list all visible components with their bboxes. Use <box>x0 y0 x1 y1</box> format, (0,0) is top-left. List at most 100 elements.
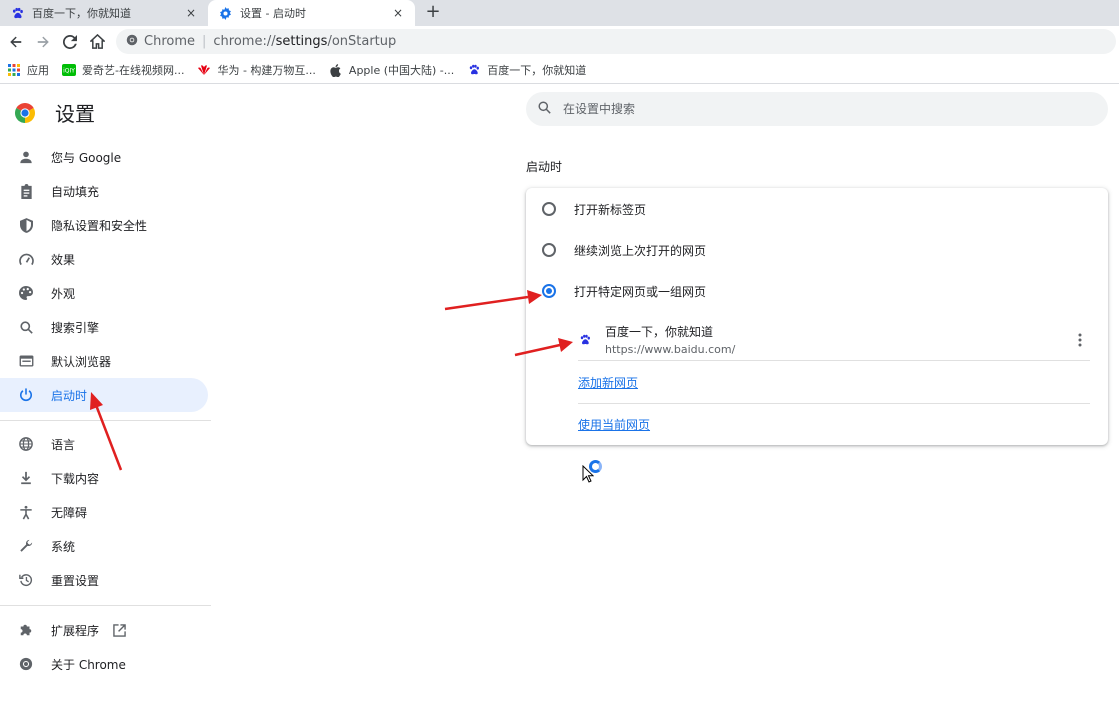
sidebar-item-default-browser[interactable]: 默认浏览器 <box>0 344 208 378</box>
sidebar-item-extensions[interactable]: 扩展程序 <box>0 613 208 647</box>
radio-open-specific-pages[interactable]: 打开特定网页或一组网页 <box>542 280 706 302</box>
clipboard-icon <box>17 182 35 200</box>
startup-page-url: https://www.baidu.com/ <box>605 343 736 356</box>
bookmark-label: 华为 - 构建万物互... <box>217 64 316 77</box>
baidu-paw-icon <box>10 6 24 20</box>
address-bar[interactable]: Chrome | chrome://settings/onStartup <box>116 29 1116 54</box>
radio-open-new-tab[interactable]: 打开新标签页 <box>542 198 646 220</box>
bookmark-label: 百度一下，你就知道 <box>487 64 587 77</box>
bookmark-huawei[interactable]: 华为 - 构建万物互... <box>197 62 316 78</box>
bookmark-apps[interactable]: 应用 <box>7 62 49 78</box>
mouse-cursor-icon <box>582 465 594 483</box>
bookmark-label: Apple (中国大陆) -... <box>348 64 455 77</box>
bookmark-baidu[interactable]: 百度一下，你就知道 <box>467 62 586 78</box>
radio-label: 继续浏览上次打开的网页 <box>574 243 707 258</box>
sidebar-item-downloads[interactable]: 下载内容 <box>0 461 208 495</box>
baidu-paw-icon <box>578 333 592 347</box>
radio-continue-where-left[interactable]: 继续浏览上次打开的网页 <box>542 239 706 261</box>
tab-title: 百度一下，你就知道 <box>32 7 131 20</box>
search-icon <box>538 101 551 117</box>
reload-icon <box>63 34 77 49</box>
toolbar: Chrome | chrome://settings/onStartup <box>0 26 1119 57</box>
radio-label: 打开特定网页或一组网页 <box>574 284 707 299</box>
person-icon <box>17 148 35 166</box>
tab-title: 设置 - 启动时 <box>240 7 306 20</box>
huawei-icon <box>197 63 211 77</box>
sidebar-item-autofill[interactable]: 自动填充 <box>0 174 208 208</box>
section-title: 启动时 <box>526 160 563 174</box>
radio-button[interactable] <box>542 243 556 257</box>
chrome-logo-icon <box>15 102 35 123</box>
settings-search[interactable] <box>526 92 1108 126</box>
wrench-icon <box>17 537 35 555</box>
startup-page-name: 百度一下，你就知道 <box>605 325 714 339</box>
more-vert-icon <box>1078 333 1082 346</box>
radio-button[interactable] <box>542 202 556 216</box>
sidebar-item-label: 无障碍 <box>51 505 88 520</box>
new-tab-button[interactable]: + <box>422 2 444 24</box>
apple-icon <box>329 63 343 77</box>
gear-icon <box>218 6 232 20</box>
bookmarks-bar: 应用 iQIY 爱奇艺-在线视频网... 华为 - 构建万物互... Apple… <box>0 57 1119 84</box>
sidebar-item-privacy[interactable]: 隐私设置和安全性 <box>0 208 208 242</box>
tab-close-button[interactable]: × <box>184 6 198 20</box>
sidebar-item-appearance[interactable]: 外观 <box>0 276 208 310</box>
sidebar-item-on-startup[interactable]: 启动时 <box>0 378 208 412</box>
sidebar-item-you-and-google[interactable]: 您与 Google <box>0 140 208 174</box>
chrome-icon <box>126 34 138 50</box>
sidebar-item-label: 系统 <box>51 539 76 554</box>
startup-page-entry: 百度一下，你就知道 https://www.baidu.com/ <box>578 319 1090 361</box>
settings-header: 设置 <box>15 98 95 127</box>
settings-sidebar: 设置 您与 Google 自动填充 隐私设置和安全性 效果 外观 搜索引擎 默认… <box>0 85 212 710</box>
accessibility-icon <box>17 503 35 521</box>
more-options-button[interactable] <box>1070 328 1090 352</box>
sidebar-item-label: 外观 <box>51 286 76 301</box>
back-button[interactable] <box>5 31 27 53</box>
open-in-new-icon <box>113 623 126 637</box>
globe-icon <box>17 435 35 453</box>
search-icon <box>17 318 35 336</box>
sidebar-item-languages[interactable]: 语言 <box>0 427 208 461</box>
tab-baidu[interactable]: 百度一下，你就知道 × <box>0 0 208 26</box>
arrow-left-icon <box>10 36 22 47</box>
forward-button[interactable] <box>32 31 54 53</box>
tab-settings[interactable]: 设置 - 启动时 × <box>208 0 415 26</box>
sidebar-item-system[interactable]: 系统 <box>0 529 208 563</box>
sidebar-item-about-chrome[interactable]: 关于 Chrome <box>0 647 208 681</box>
sidebar-item-search-engine[interactable]: 搜索引擎 <box>0 310 208 344</box>
sidebar-item-label: 关于 Chrome <box>51 657 126 672</box>
sidebar-divider <box>0 420 211 421</box>
sidebar-item-label: 隐私设置和安全性 <box>51 218 148 233</box>
use-current-pages-link[interactable]: 使用当前网页 <box>578 416 650 433</box>
radio-button-checked[interactable] <box>542 284 556 298</box>
sidebar-item-performance[interactable]: 效果 <box>0 242 208 276</box>
sidebar-item-accessibility[interactable]: 无障碍 <box>0 495 208 529</box>
palette-icon <box>17 284 35 302</box>
sidebar-item-label: 效果 <box>51 252 76 267</box>
tab-close-button[interactable]: × <box>391 6 405 20</box>
shield-icon <box>17 216 35 234</box>
search-input[interactable] <box>563 102 1063 116</box>
sidebar-item-label: 重置设置 <box>51 573 100 588</box>
link-divider <box>578 403 1090 404</box>
browser-icon <box>17 352 35 370</box>
sidebar-item-label: 下载内容 <box>51 471 100 486</box>
apps-grid-icon <box>7 63 21 77</box>
sidebar-item-label: 默认浏览器 <box>51 354 112 369</box>
arrow-right-icon <box>37 36 49 47</box>
bookmark-label: 应用 <box>27 64 49 77</box>
sidebar-item-label: 您与 Google <box>51 150 122 165</box>
puzzle-icon <box>17 621 35 639</box>
add-new-page-link[interactable]: 添加新网页 <box>578 374 638 391</box>
bookmark-iqiyi[interactable]: iQIY 爱奇艺-在线视频网... <box>62 62 184 78</box>
home-icon <box>89 34 105 49</box>
chrome-icon <box>17 655 35 673</box>
radio-label: 打开新标签页 <box>574 202 647 217</box>
bookmark-apple[interactable]: Apple (中国大陆) -... <box>329 62 454 78</box>
sidebar-item-label: 启动时 <box>51 388 88 403</box>
sidebar-divider <box>0 605 211 606</box>
home-button[interactable] <box>86 31 108 53</box>
sidebar-item-reset[interactable]: 重置设置 <box>0 563 208 597</box>
reload-button[interactable] <box>59 31 81 53</box>
tab-strip: 百度一下，你就知道 × 设置 - 启动时 × + <box>0 0 1119 26</box>
